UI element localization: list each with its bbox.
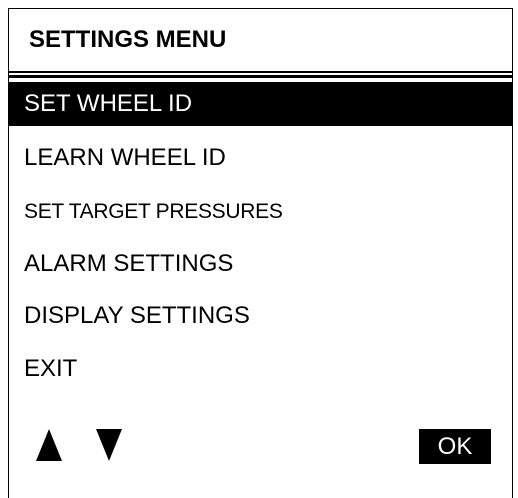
up-triangle-icon[interactable] xyxy=(36,429,62,461)
title-divider-thick xyxy=(9,75,512,78)
menu-item-alarm-settings[interactable]: ALARM SETTINGS xyxy=(9,242,512,286)
menu-item-display-settings[interactable]: DISPLAY SETTINGS xyxy=(9,294,512,338)
ok-button[interactable]: OK xyxy=(419,429,491,464)
down-triangle-icon[interactable] xyxy=(96,429,122,461)
menu-item-set-wheel-id[interactable]: SET WHEEL ID xyxy=(9,82,512,126)
title-divider-thin xyxy=(9,71,512,73)
menu-item-set-target-pressures[interactable]: SET TARGET PRESSURES xyxy=(9,190,512,234)
settings-screen: SETTINGS MENU SET WHEEL ID LEARN WHEEL I… xyxy=(8,8,513,498)
menu-item-learn-wheel-id[interactable]: LEARN WHEEL ID xyxy=(9,136,512,180)
page-title: SETTINGS MENU xyxy=(29,26,227,53)
menu-item-exit[interactable]: EXIT xyxy=(9,347,512,391)
